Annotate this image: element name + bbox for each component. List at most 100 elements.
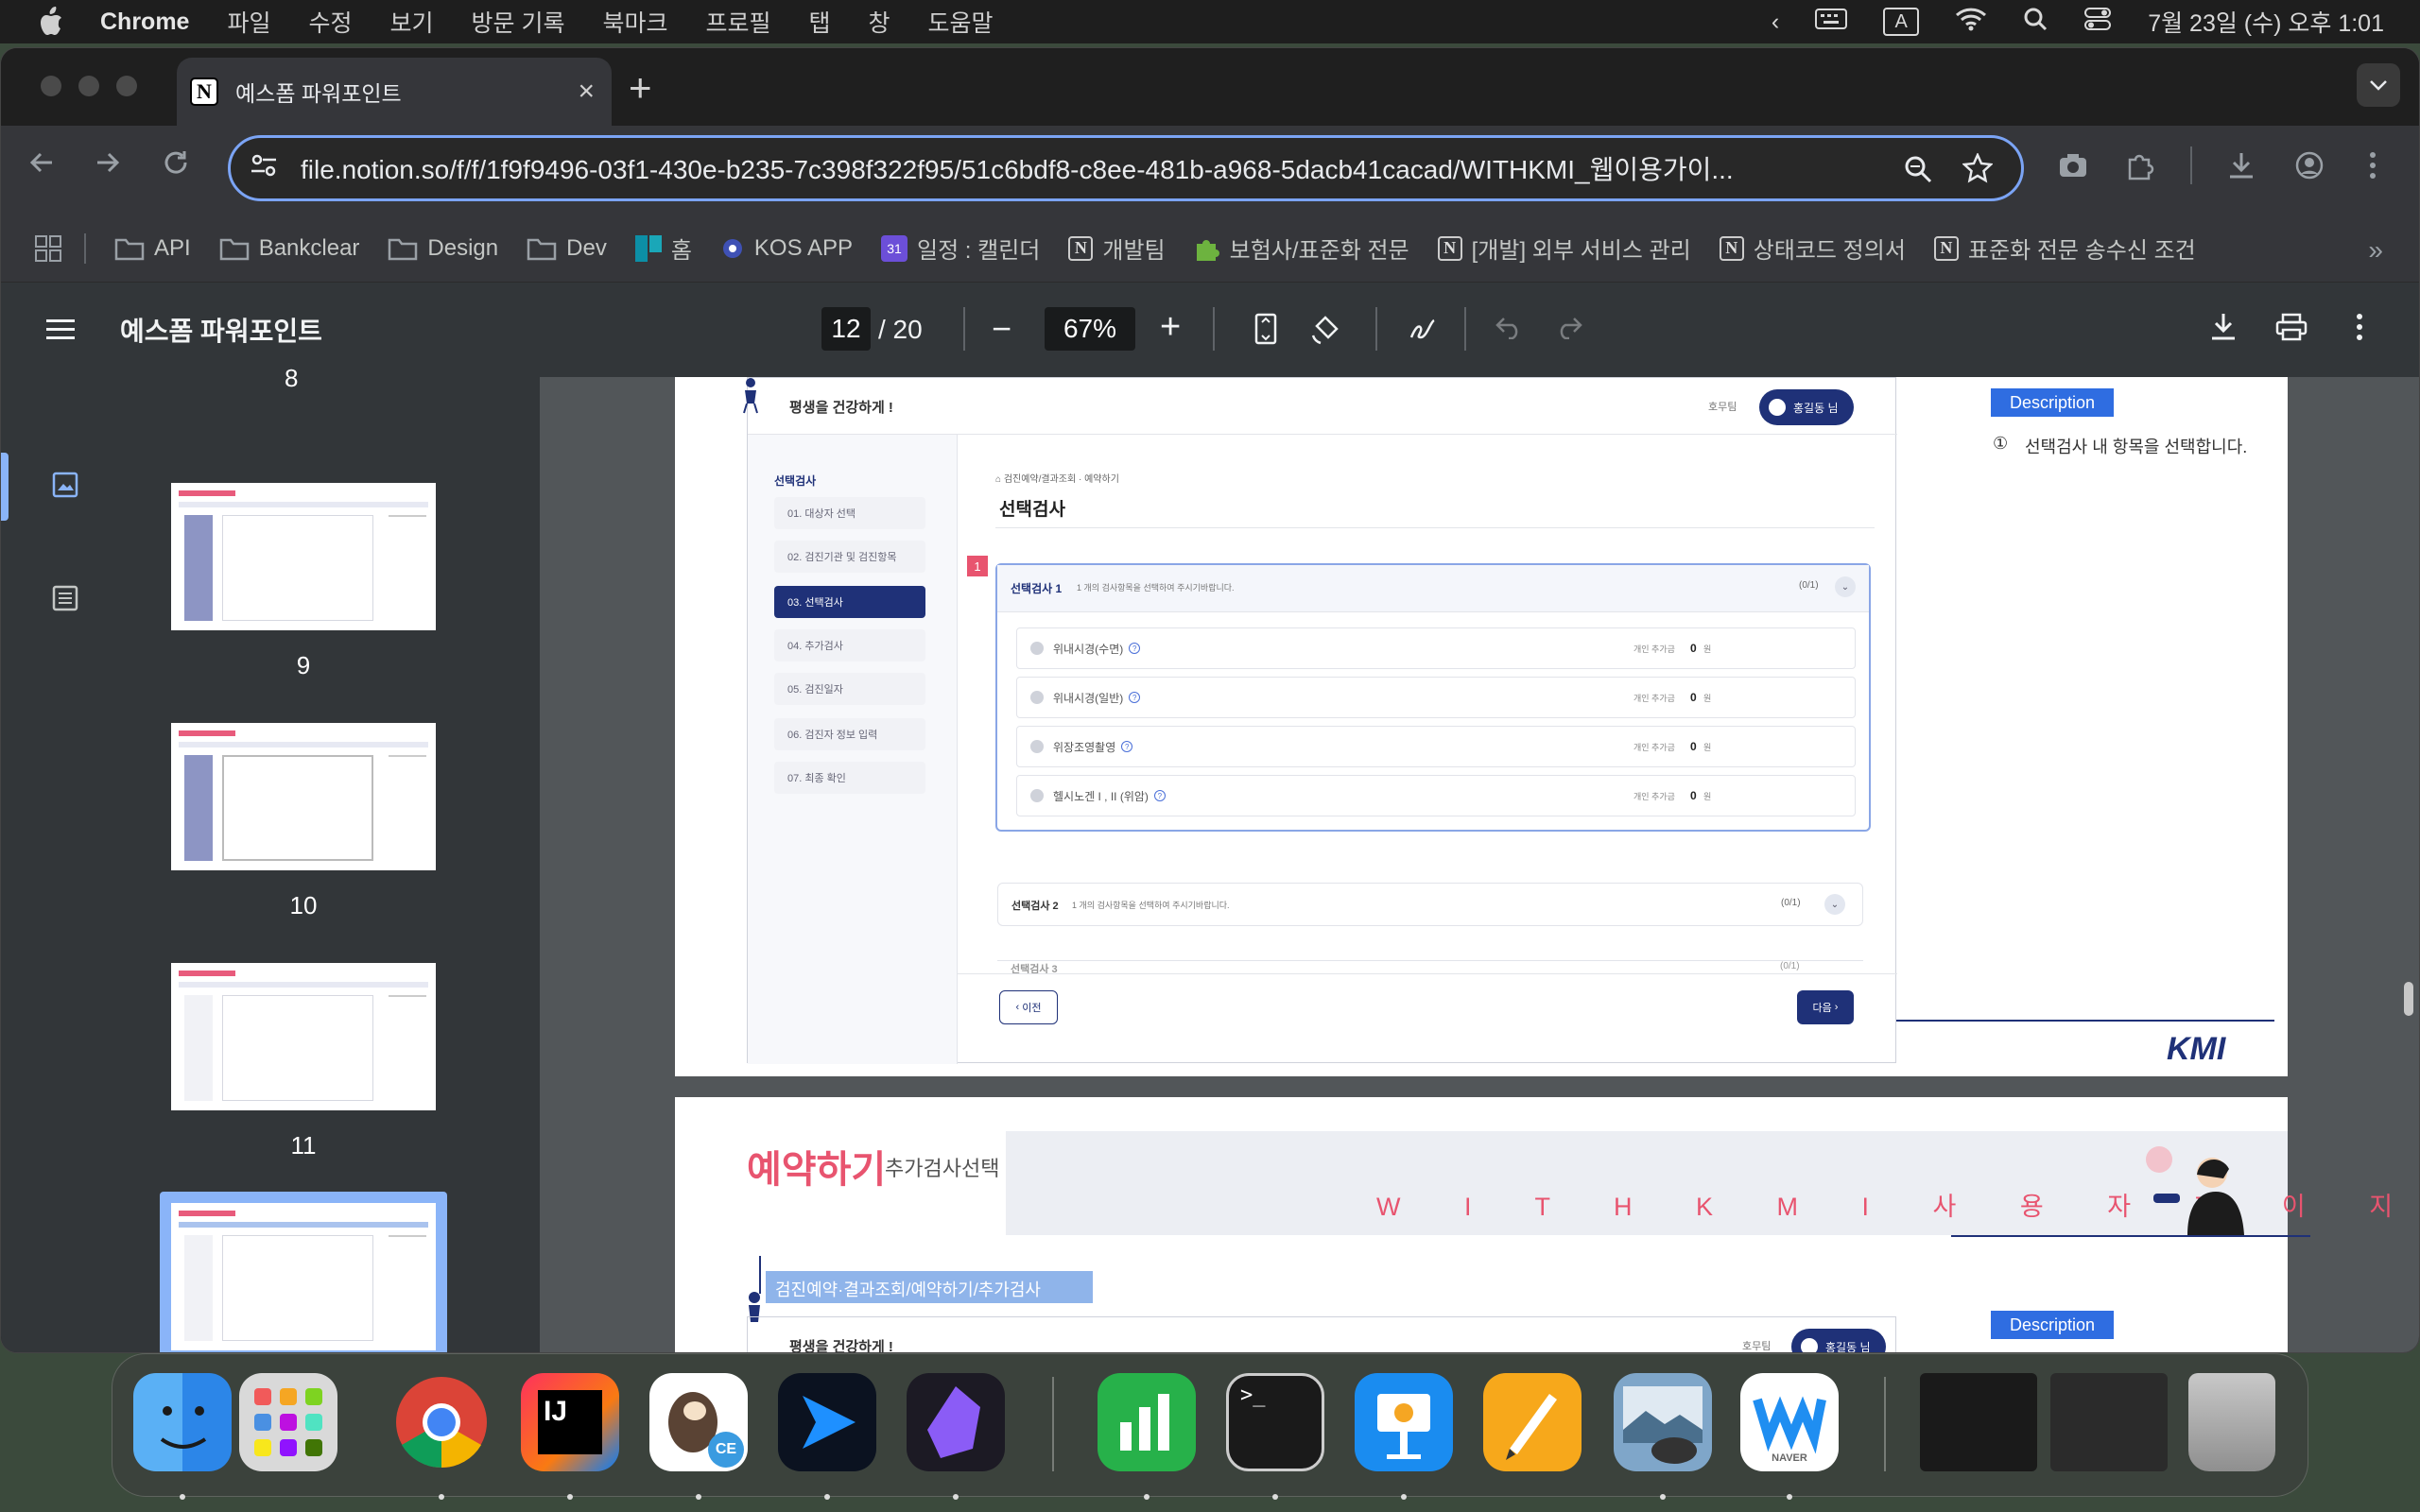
chrome-icon[interactable] bbox=[392, 1373, 491, 1471]
window-zoom-button[interactable] bbox=[116, 76, 137, 96]
terminal-icon[interactable]: >_ bbox=[1226, 1373, 1324, 1471]
outline-view-icon[interactable] bbox=[52, 585, 78, 616]
zoom-magnifier-icon[interactable] bbox=[1904, 155, 1932, 190]
bookmark-status-code[interactable]: N 상태코드 정의서 bbox=[1719, 232, 1906, 265]
bookmark-bankclear[interactable]: Bankclear bbox=[219, 235, 359, 262]
bookmark-calendar[interactable]: 31 일정 : 캘린더 bbox=[880, 232, 1040, 265]
apple-icon[interactable] bbox=[34, 5, 68, 39]
page-thumbnail-10[interactable] bbox=[171, 723, 436, 870]
print-icon[interactable] bbox=[2275, 313, 2308, 348]
kmi-logo: KMI bbox=[2167, 1031, 2226, 1067]
document-scrollbar[interactable] bbox=[2404, 982, 2413, 1016]
bookmark-home[interactable]: 홈 bbox=[634, 232, 692, 265]
slide-title-main: 예약하기 bbox=[747, 1149, 887, 1191]
apps-grid-icon[interactable] bbox=[35, 234, 61, 262]
extensions-puzzle-icon[interactable] bbox=[2126, 150, 2156, 185]
wifi-icon[interactable] bbox=[1955, 7, 1987, 38]
zoom-in-button[interactable]: + bbox=[1160, 307, 1181, 348]
window-minimize-button[interactable] bbox=[78, 76, 99, 96]
check-icon bbox=[1030, 740, 1044, 753]
menubar-clock[interactable]: 7월 23일 (수) 오후 1:01 bbox=[2148, 5, 2384, 39]
menu-profile[interactable]: 프로필 bbox=[705, 5, 770, 39]
window-close-button[interactable] bbox=[41, 76, 61, 96]
bookmark-star-icon[interactable] bbox=[1962, 151, 1994, 190]
chrome-menu-kebab-icon[interactable] bbox=[2368, 150, 2377, 185]
numbers-icon[interactable] bbox=[1098, 1373, 1196, 1471]
chrome-window: N 예스폼 파워포인트 × + file.notion.so/f/f/1f9f9… bbox=[0, 47, 2420, 1353]
bookmark-kos-app[interactable]: KOS APP bbox=[720, 235, 853, 262]
redo-icon[interactable] bbox=[1555, 315, 1583, 346]
keyboard-icon[interactable] bbox=[1815, 8, 1848, 37]
downloads-icon[interactable] bbox=[2226, 150, 2256, 185]
trello-icon bbox=[634, 234, 662, 262]
annotate-pen-icon[interactable] bbox=[1408, 313, 1440, 352]
profile-avatar-icon[interactable] bbox=[2294, 150, 2325, 185]
input-source-icon[interactable]: A bbox=[1883, 8, 1920, 36]
bookmark-standard-message[interactable]: N 표준화 전문 송수신 조건 bbox=[1933, 232, 2196, 265]
menu-view[interactable]: 보기 bbox=[390, 5, 434, 39]
dock-divider bbox=[1884, 1377, 1886, 1471]
minimized-window-thumbnail[interactable] bbox=[2050, 1373, 2168, 1471]
spotlight-search-icon[interactable] bbox=[2023, 7, 2048, 38]
user-avatar-icon bbox=[1801, 1338, 1818, 1352]
browser-tab-active[interactable]: N 예스폼 파워포인트 × bbox=[177, 58, 612, 126]
menu-edit[interactable]: 수정 bbox=[308, 5, 352, 39]
menu-help[interactable]: 도움말 bbox=[928, 5, 994, 39]
bookmarks-overflow-icon[interactable]: » bbox=[2368, 235, 2383, 266]
toolbar-divider bbox=[1464, 307, 1466, 351]
more-options-kebab-icon[interactable] bbox=[2355, 313, 2364, 348]
toolbar-divider bbox=[1213, 307, 1215, 351]
page-thumbnail-12[interactable] bbox=[171, 1203, 436, 1350]
forward-arrow-icon[interactable] bbox=[94, 148, 122, 181]
menu-window[interactable]: 창 bbox=[869, 5, 890, 39]
menu-history[interactable]: 방문 기록 bbox=[472, 5, 565, 39]
bookmark-design[interactable]: Design bbox=[388, 235, 498, 262]
bookmark-api[interactable]: API bbox=[114, 235, 191, 262]
page-thumbnail-11[interactable] bbox=[171, 963, 436, 1110]
launchpad-icon[interactable] bbox=[239, 1373, 337, 1471]
select-group-2: 선택검사 2 1 개의 검사항목을 선택하여 주시기바랍니다. (0/1) ⌄ bbox=[997, 883, 1863, 926]
bookmark-dev[interactable]: Dev bbox=[527, 235, 607, 262]
address-bar[interactable]: file.notion.so/f/f/1f9f9496-03f1-430e-b2… bbox=[228, 135, 2024, 201]
rotate-icon[interactable] bbox=[1309, 313, 1341, 352]
bookmark-external-service[interactable]: N [개발] 외부 서비스 관리 bbox=[1437, 232, 1691, 265]
thumbnails-view-icon[interactable] bbox=[52, 472, 78, 503]
page-thumbnail-9[interactable] bbox=[171, 483, 436, 630]
hamburger-menu-icon[interactable] bbox=[46, 317, 75, 347]
download-icon[interactable] bbox=[2209, 311, 2238, 348]
minimized-window-thumbnail[interactable] bbox=[1920, 1373, 2037, 1471]
chevron-left-icon[interactable]: ‹ bbox=[1772, 9, 1779, 36]
back-arrow-icon[interactable] bbox=[27, 148, 56, 181]
zoom-out-button[interactable]: − bbox=[992, 309, 1011, 349]
keynote-icon[interactable] bbox=[1355, 1373, 1453, 1471]
pages-icon[interactable] bbox=[1483, 1373, 1582, 1471]
obsidian-icon[interactable] bbox=[907, 1373, 1005, 1471]
dbeaver-icon[interactable]: CE bbox=[649, 1373, 748, 1471]
folder-icon bbox=[114, 236, 145, 261]
preview-icon[interactable] bbox=[1614, 1373, 1712, 1471]
cursor-icon[interactable] bbox=[778, 1373, 876, 1471]
screenshot-camera-icon[interactable] bbox=[2058, 152, 2088, 183]
bookmark-dev-team[interactable]: N 개발팀 bbox=[1068, 232, 1166, 265]
menu-app-chrome[interactable]: Chrome bbox=[100, 9, 189, 36]
menu-tab[interactable]: 탭 bbox=[809, 5, 831, 39]
exam-cost-label: 개인 추가금 bbox=[1634, 742, 1675, 752]
page-number-input[interactable]: 12 bbox=[821, 307, 871, 351]
fit-to-page-icon[interactable] bbox=[1254, 313, 1277, 352]
reload-icon[interactable] bbox=[162, 148, 190, 181]
tab-search-button[interactable] bbox=[2357, 63, 2400, 107]
thumbnail-label-10: 10 bbox=[289, 891, 318, 919]
intellij-icon[interactable]: IJ bbox=[521, 1373, 619, 1471]
new-tab-button[interactable]: + bbox=[629, 65, 652, 111]
menu-file[interactable]: 파일 bbox=[227, 5, 270, 39]
site-settings-icon[interactable] bbox=[250, 153, 278, 184]
menu-bookmarks[interactable]: 북마크 bbox=[602, 5, 667, 39]
control-center-icon[interactable] bbox=[2083, 7, 2112, 38]
naver-whale-icon[interactable]: NAVER bbox=[1740, 1373, 1839, 1471]
zoom-level-input[interactable]: 67% bbox=[1045, 307, 1135, 351]
trash-icon[interactable] bbox=[2188, 1373, 2275, 1471]
undo-icon[interactable] bbox=[1495, 315, 1523, 346]
finder-icon[interactable] bbox=[133, 1373, 232, 1471]
bookmark-insurer[interactable]: 보험사/표준화 전문 bbox=[1194, 232, 1409, 265]
tab-close-icon[interactable]: × bbox=[578, 76, 595, 108]
